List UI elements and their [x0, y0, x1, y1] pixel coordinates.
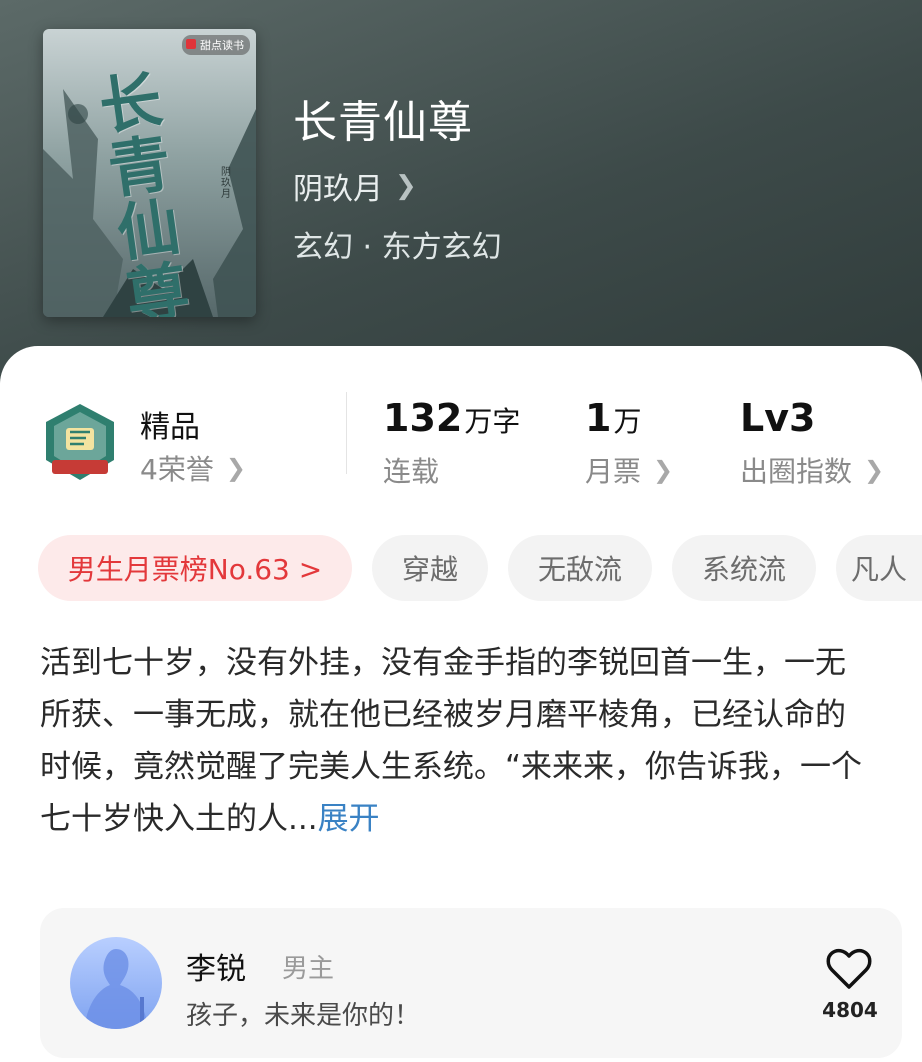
cover-author: 阴玖月 — [221, 167, 231, 200]
author-name: 阴玖月 — [293, 172, 383, 207]
character-name: 李锐 — [186, 952, 246, 987]
word-count-unit: 万字 — [464, 405, 521, 438]
tag-wudiliu[interactable]: 无敌流 — [508, 535, 652, 601]
character-quote: 孩子，未来是你的！ — [186, 1001, 421, 1031]
chevron-right-icon: ❯ — [225, 454, 246, 482]
tag-fanren[interactable]: 凡人 — [836, 535, 922, 601]
book-cover[interactable]: 甜点读书 长青仙尊 阴玖月 — [43, 29, 256, 317]
honors-link[interactable]: 4荣誉 ❯ — [140, 448, 246, 488]
influence-link[interactable]: 出圈指数 ❯ — [740, 450, 884, 490]
author-link[interactable]: 阴玖月 ❯ — [293, 164, 417, 208]
book-genre: 玄幻 · 东方玄幻 — [293, 230, 502, 265]
monthly-ticket-unit: 万 — [613, 405, 642, 438]
serial-status: 连载 — [383, 455, 440, 488]
expand-link[interactable]: 展开 — [318, 801, 380, 837]
book-title: 长青仙尊 — [293, 97, 473, 148]
tag-xitongliu[interactable]: 系统流 — [672, 535, 816, 601]
rank-tag[interactable]: 男生月票榜No.63 > — [38, 535, 352, 601]
quality-label: 精品 — [140, 410, 200, 445]
influence-label: 出圈指数 — [740, 455, 853, 488]
word-count: 132 万字 — [383, 396, 520, 440]
heart-icon[interactable] — [826, 948, 872, 990]
synopsis-text: 活到七十岁，没有外挂，没有金手指的李锐回首一生，一无所获、一事无成，就在他已经被… — [40, 645, 863, 837]
monthly-ticket-count: 1 万 — [585, 396, 641, 440]
monthly-ticket-label: 月票 — [585, 455, 642, 488]
stats-divider — [346, 392, 347, 474]
quality-badge-icon — [46, 404, 114, 480]
chevron-right-icon: ❯ — [864, 456, 885, 484]
word-count-value: 132 — [383, 396, 463, 440]
monthly-ticket-value: 1 — [585, 396, 612, 440]
chevron-right-icon: ❯ — [653, 456, 674, 484]
character-role: 男主 — [282, 954, 335, 984]
influence-value: Lv3 — [740, 396, 816, 440]
monthly-ticket-link[interactable]: 月票 ❯ — [585, 450, 673, 490]
honors-count: 4荣誉 — [140, 453, 214, 486]
character-card[interactable] — [40, 908, 902, 1058]
tag-chuanyue[interactable]: 穿越 — [372, 535, 488, 601]
influence-level: Lv3 — [740, 396, 815, 440]
avatar[interactable] — [70, 937, 162, 1029]
character-silhouette-icon — [84, 949, 148, 1029]
like-count: 4804 — [822, 998, 878, 1022]
chevron-right-icon: ❯ — [395, 171, 417, 201]
cover-publisher: 甜点读书 — [182, 35, 250, 55]
synopsis[interactable]: 活到七十岁，没有外挂，没有金手指的李锐回首一生，一无所获、一事无成，就在他已经被… — [40, 637, 870, 845]
